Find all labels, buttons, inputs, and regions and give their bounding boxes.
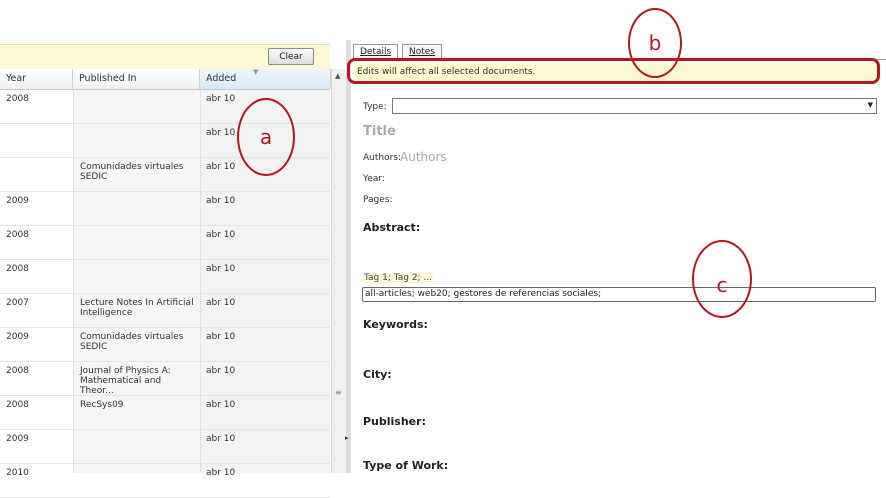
year-label: Year: [363, 174, 385, 184]
table-row[interactable]: 2008 RecSys09 abr 10 [0, 396, 330, 430]
table-row[interactable]: 2007 Lecture Notes In Artificial Intellig… [0, 294, 330, 328]
type-of-work-label: Type of Work: [363, 459, 449, 472]
city-label: City: [363, 368, 392, 381]
scroll-up-icon[interactable]: ▲ [335, 72, 340, 80]
pages-label: Pages: [363, 195, 393, 205]
column-header-year[interactable]: Year [0, 69, 73, 89]
year-cell: 2008 [6, 400, 29, 410]
table-row[interactable]: 2009 abr 10 [0, 192, 330, 226]
added-cell: abr 10 [206, 332, 236, 342]
added-cell: abr 10 [206, 468, 236, 478]
type-select[interactable]: ▼ [392, 98, 877, 114]
table-row[interactable]: 2008 Journal of Physics A: Mathematical a… [0, 362, 330, 396]
year-cell: 2008 [6, 366, 29, 376]
year-cell: 2009 [6, 196, 29, 206]
added-cell: abr 10 [206, 128, 236, 138]
clear-button[interactable]: Clear [268, 48, 314, 65]
vertical-scrollbar[interactable]: ▲ ≡ [331, 69, 346, 473]
published-in-cell: RecSys09 [80, 400, 124, 410]
abstract-label: Abstract: [363, 221, 421, 234]
splitter-arrow-icon[interactable]: ▸ [345, 434, 349, 442]
year-cell: 2007 [6, 298, 29, 308]
added-cell: abr 10 [206, 264, 236, 274]
added-cell: abr 10 [206, 298, 236, 308]
table-row[interactable]: 2009 abr 10 [0, 430, 330, 464]
table-header: Year Published In Added ▼ [0, 68, 331, 90]
year-cell: 2010 [6, 468, 29, 478]
document-list-pane: Clear Year Published In Added ▼ 2008 abr … [0, 0, 346, 498]
column-header-added[interactable]: Added ▼ [200, 68, 331, 89]
table-row[interactable]: 2010 abr 10 [0, 464, 330, 498]
added-cell: abr 10 [206, 366, 236, 376]
annotation-circle-b: b [628, 8, 682, 78]
publisher-label: Publisher: [363, 415, 426, 428]
scroll-grip-icon[interactable]: ≡ [335, 389, 342, 397]
chevron-down-icon: ▼ [867, 101, 873, 109]
annotation-box-b [347, 58, 880, 84]
type-label: Type: [363, 102, 387, 112]
tags-placeholder: Tag 1; Tag 2; ... [363, 273, 434, 283]
added-cell: abr 10 [206, 400, 236, 410]
published-in-cell: Journal of Physics A: Mathematical and T… [80, 366, 171, 396]
annotation-circle-a: a [237, 98, 295, 176]
year-cell: 2009 [6, 332, 29, 342]
tags-input[interactable]: all-articles; web20; gestores de referen… [362, 287, 876, 302]
added-cell: abr 10 [206, 196, 236, 206]
added-cell: abr 10 [206, 434, 236, 444]
table-row[interactable]: 2008 abr 10 [0, 226, 330, 260]
authors-label: Authors: [363, 153, 402, 163]
table-row[interactable]: 2008 abr 10 [0, 260, 330, 294]
sort-descending-icon: ▼ [253, 68, 259, 76]
authors-field[interactable]: Authors [400, 150, 447, 164]
year-cell: 2009 [6, 434, 29, 444]
annotation-circle-c: c [692, 240, 752, 318]
column-header-added-label: Added [206, 73, 237, 84]
added-cell: abr 10 [206, 94, 236, 104]
filter-bar: Clear [0, 44, 330, 70]
published-in-cell: Lecture Notes In Artificial Intelligence [80, 298, 194, 318]
table-row[interactable]: 2009 Comunidades virtuales SEDIC abr 10 [0, 328, 330, 362]
year-cell: 2008 [6, 264, 29, 274]
published-in-cell: Comunidades virtuales SEDIC [80, 162, 184, 182]
year-cell: 2008 [6, 94, 29, 104]
keywords-label: Keywords: [363, 318, 428, 331]
added-cell: abr 10 [206, 162, 236, 172]
year-cell: 2008 [6, 230, 29, 240]
column-header-published-in[interactable]: Published In [73, 69, 200, 89]
added-cell: abr 10 [206, 230, 236, 240]
published-in-cell: Comunidades virtuales SEDIC [80, 332, 184, 352]
title-field[interactable]: Title [363, 124, 396, 139]
